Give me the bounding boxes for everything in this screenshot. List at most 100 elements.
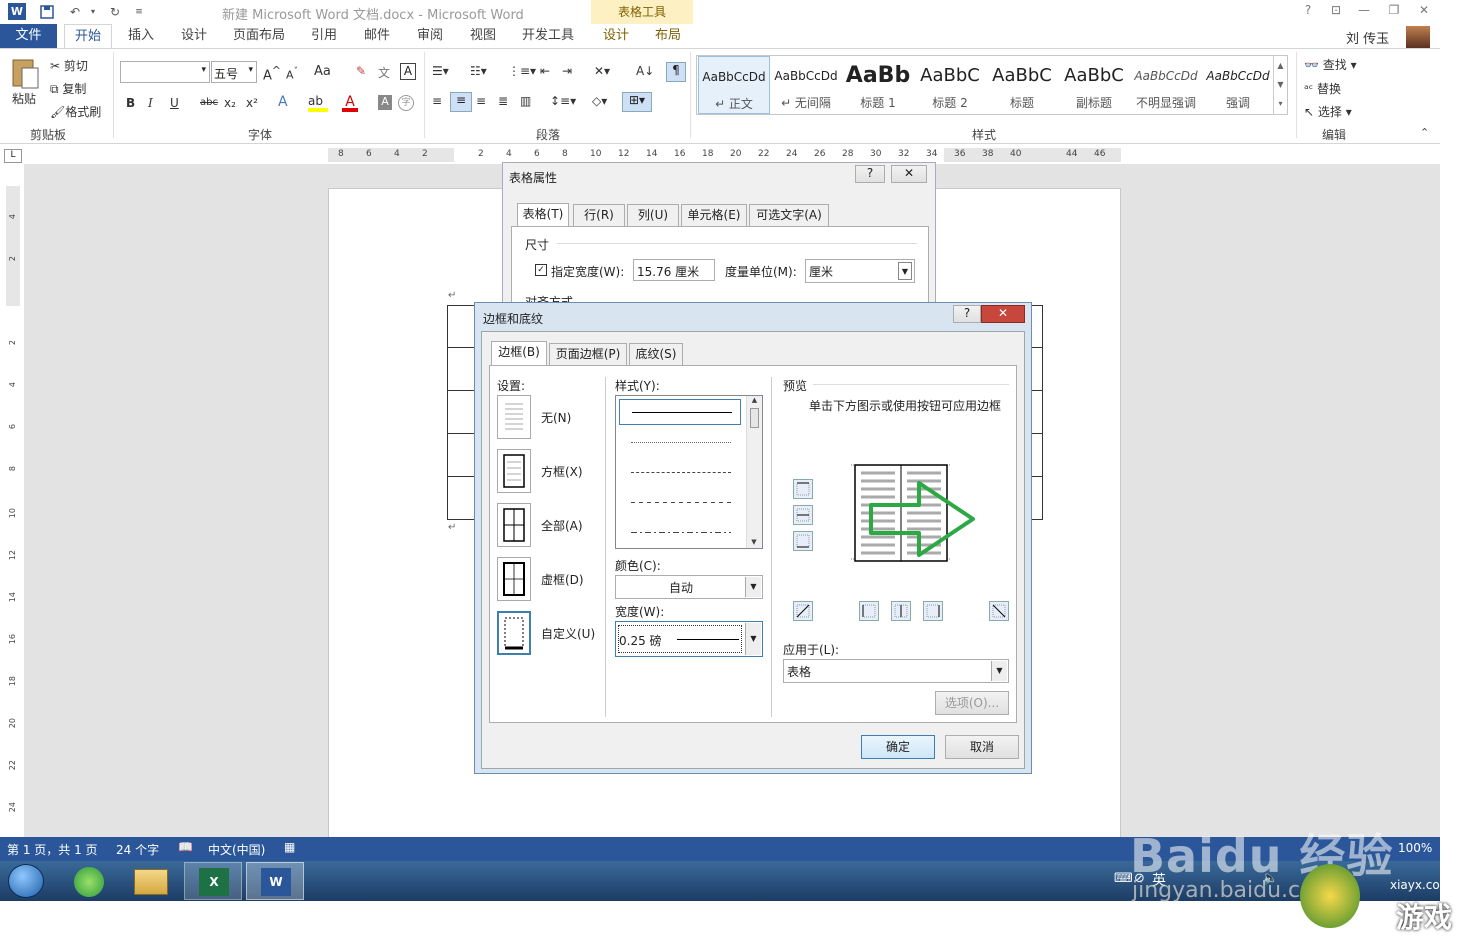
cut-button[interactable]: ✂ 剪切 bbox=[50, 57, 88, 74]
horizontal-ruler[interactable]: 8 6 4 2 2 4 6 8 10 12 14 16 18 20 22 24 26 28 30 32 34 36 38 40… bbox=[328, 148, 1121, 162]
width-select[interactable]: 0.25 磅 ▼ bbox=[615, 621, 763, 657]
help-button[interactable]: ? bbox=[1296, 3, 1320, 21]
start-button-icon[interactable] bbox=[8, 864, 44, 898]
tab-insert[interactable]: 插入 bbox=[118, 24, 164, 48]
browser-icon[interactable] bbox=[74, 867, 104, 897]
top-border-icon[interactable] bbox=[793, 479, 813, 499]
tab-developer[interactable]: 开发工具 bbox=[516, 24, 580, 48]
subscript-button[interactable]: x₂ bbox=[224, 96, 236, 110]
enclose-char-icon[interactable]: 字 bbox=[398, 95, 414, 111]
style-no-spacing[interactable]: AaBbCcDd ↵ 无间隔 bbox=[770, 56, 842, 114]
sort-icon[interactable]: A↓ bbox=[636, 64, 654, 78]
text-effects-icon[interactable]: A bbox=[278, 94, 288, 110]
tab-selector-icon[interactable]: L bbox=[4, 149, 22, 163]
styles-scroll[interactable]: ▲ ▼ ▾ bbox=[1273, 56, 1287, 114]
vertical-ruler[interactable]: 4 2 2 4 6 8 10 12 14 16 18 20 22 24 bbox=[6, 186, 20, 836]
tab-page-layout[interactable]: 页面布局 bbox=[228, 24, 290, 48]
close-button[interactable]: ✕ bbox=[1412, 3, 1436, 21]
superscript-button[interactable]: x² bbox=[246, 96, 258, 110]
multilevel-list-icon[interactable]: ⋮≡▾ bbox=[508, 64, 536, 78]
tab-shading[interactable]: 底纹(S) bbox=[629, 343, 683, 365]
show-marks-icon[interactable]: ¶ bbox=[666, 62, 686, 82]
tab-table-layout[interactable]: 布局 bbox=[646, 24, 690, 48]
replace-button[interactable]: ᵃᶜ 替换 bbox=[1304, 80, 1341, 97]
setting-none-icon[interactable] bbox=[497, 395, 531, 439]
italic-button[interactable]: I bbox=[148, 96, 153, 110]
copy-button[interactable]: ⧉ 复制 bbox=[50, 80, 86, 97]
undo-dropdown-icon[interactable]: ▾ bbox=[84, 3, 102, 20]
customize-qat-icon[interactable]: ≡ bbox=[130, 3, 148, 20]
macro-icon[interactable]: ▦ bbox=[284, 840, 295, 854]
setting-custom-label[interactable]: 自定义(U) bbox=[541, 625, 595, 642]
font-color-icon[interactable]: A bbox=[342, 94, 358, 112]
underline-button[interactable]: U bbox=[170, 96, 179, 110]
inside-horizontal-border-icon[interactable] bbox=[793, 505, 813, 525]
find-button[interactable]: 👓 查找 ▾ bbox=[1304, 56, 1357, 73]
borders-icon[interactable]: ⊞▾ bbox=[622, 92, 652, 112]
chinese-layout-icon[interactable]: ✕▾ bbox=[594, 64, 610, 78]
tab-table-design[interactable]: 设计 bbox=[594, 24, 638, 48]
tab-home[interactable]: 开始 bbox=[64, 24, 112, 48]
grow-font-icon[interactable]: A^ bbox=[263, 64, 281, 83]
tab-review[interactable]: 审阅 bbox=[408, 24, 452, 48]
style-normal[interactable]: AaBbCcDd ↵ 正文 bbox=[698, 56, 770, 114]
tab-page-border[interactable]: 页面边框(P) bbox=[549, 343, 627, 365]
setting-box-label[interactable]: 方框(X) bbox=[541, 463, 583, 480]
minimize-button[interactable]: — bbox=[1352, 3, 1376, 21]
color-select[interactable]: 自动 ▼ bbox=[615, 575, 763, 599]
tab-view[interactable]: 视图 bbox=[461, 24, 505, 48]
diagonal-down-border-icon[interactable] bbox=[989, 601, 1009, 621]
tp-width-input[interactable]: 15.76 厘米 bbox=[633, 259, 715, 281]
setting-custom-icon[interactable] bbox=[497, 611, 531, 655]
user-name[interactable]: 刘 传玉 bbox=[1346, 28, 1389, 47]
collapse-ribbon-icon[interactable]: ⌃ bbox=[1420, 126, 1429, 139]
tab-file[interactable]: 文件 bbox=[0, 24, 57, 48]
bottom-border-icon[interactable] bbox=[793, 531, 813, 551]
paste-button[interactable]: 粘贴 bbox=[12, 90, 36, 107]
setting-grid-icon[interactable] bbox=[497, 557, 531, 601]
diagonal-up-border-icon[interactable] bbox=[793, 601, 813, 621]
distributed-icon[interactable]: ▥ bbox=[520, 94, 531, 108]
page-count[interactable]: 第 1 页，共 1 页 bbox=[7, 841, 98, 858]
setting-all-label[interactable]: 全部(A) bbox=[541, 517, 583, 534]
tp-tab-cell[interactable]: 单元格(E) bbox=[681, 204, 747, 226]
undo-icon[interactable]: ↶ bbox=[66, 3, 84, 20]
style-title[interactable]: AaBbC 标题 bbox=[986, 56, 1058, 114]
word-logo-icon[interactable]: W bbox=[8, 3, 26, 20]
font-name-input[interactable]: ▾ bbox=[120, 61, 210, 83]
shading-icon[interactable]: ◇▾ bbox=[592, 94, 607, 108]
style-list-scrollbar[interactable]: ▲ ▼ bbox=[746, 396, 762, 548]
paste-icon[interactable] bbox=[10, 56, 40, 90]
left-border-icon[interactable] bbox=[859, 601, 879, 621]
apply-to-select[interactable]: 表格 ▼ bbox=[783, 659, 1009, 683]
tp-help-button[interactable]: ? bbox=[855, 165, 885, 183]
avatar[interactable] bbox=[1406, 26, 1430, 48]
align-right-icon[interactable]: ≡ bbox=[476, 94, 486, 108]
language-status[interactable]: 中文(中国) bbox=[208, 841, 265, 858]
style-subtle-emphasis[interactable]: AaBbCcDd 不明显强调 bbox=[1130, 56, 1202, 114]
align-center-icon[interactable]: ≡ bbox=[450, 92, 472, 112]
tab-borders[interactable]: 边框(B) bbox=[491, 341, 547, 365]
strikethrough-button[interactable]: abc bbox=[200, 97, 218, 108]
setting-none-label[interactable]: 无(N) bbox=[541, 409, 571, 426]
highlight-icon[interactable]: ab bbox=[308, 94, 328, 112]
tab-references[interactable]: 引用 bbox=[302, 24, 346, 48]
redo-icon[interactable]: ↻ bbox=[106, 3, 124, 20]
change-case-button[interactable]: Aa bbox=[314, 64, 331, 79]
maximize-button[interactable]: ❐ bbox=[1382, 3, 1406, 21]
tp-tab-column[interactable]: 列(U) bbox=[627, 204, 679, 226]
increase-indent-icon[interactable]: ⇥ bbox=[562, 64, 572, 78]
word-count[interactable]: 24 个字 bbox=[116, 841, 159, 858]
line-style-dotted[interactable] bbox=[631, 442, 731, 443]
line-style-dashed[interactable] bbox=[631, 502, 731, 503]
decrease-indent-icon[interactable]: ⇤ bbox=[540, 64, 550, 78]
tab-design[interactable]: 设计 bbox=[172, 24, 216, 48]
cancel-button[interactable]: 取消 bbox=[945, 735, 1019, 759]
ribbon-display-button[interactable]: ⊡ bbox=[1324, 3, 1348, 21]
style-emphasis[interactable]: AaBbCcDd 强调 bbox=[1202, 56, 1274, 114]
bold-button[interactable]: B bbox=[126, 96, 135, 110]
excel-taskbar-button[interactable]: X bbox=[184, 862, 242, 900]
options-button[interactable]: 选项(O)... bbox=[935, 691, 1009, 715]
line-spacing-icon[interactable]: ↕≡▾ bbox=[550, 94, 576, 108]
numbering-icon[interactable]: ☷▾ bbox=[470, 64, 487, 78]
